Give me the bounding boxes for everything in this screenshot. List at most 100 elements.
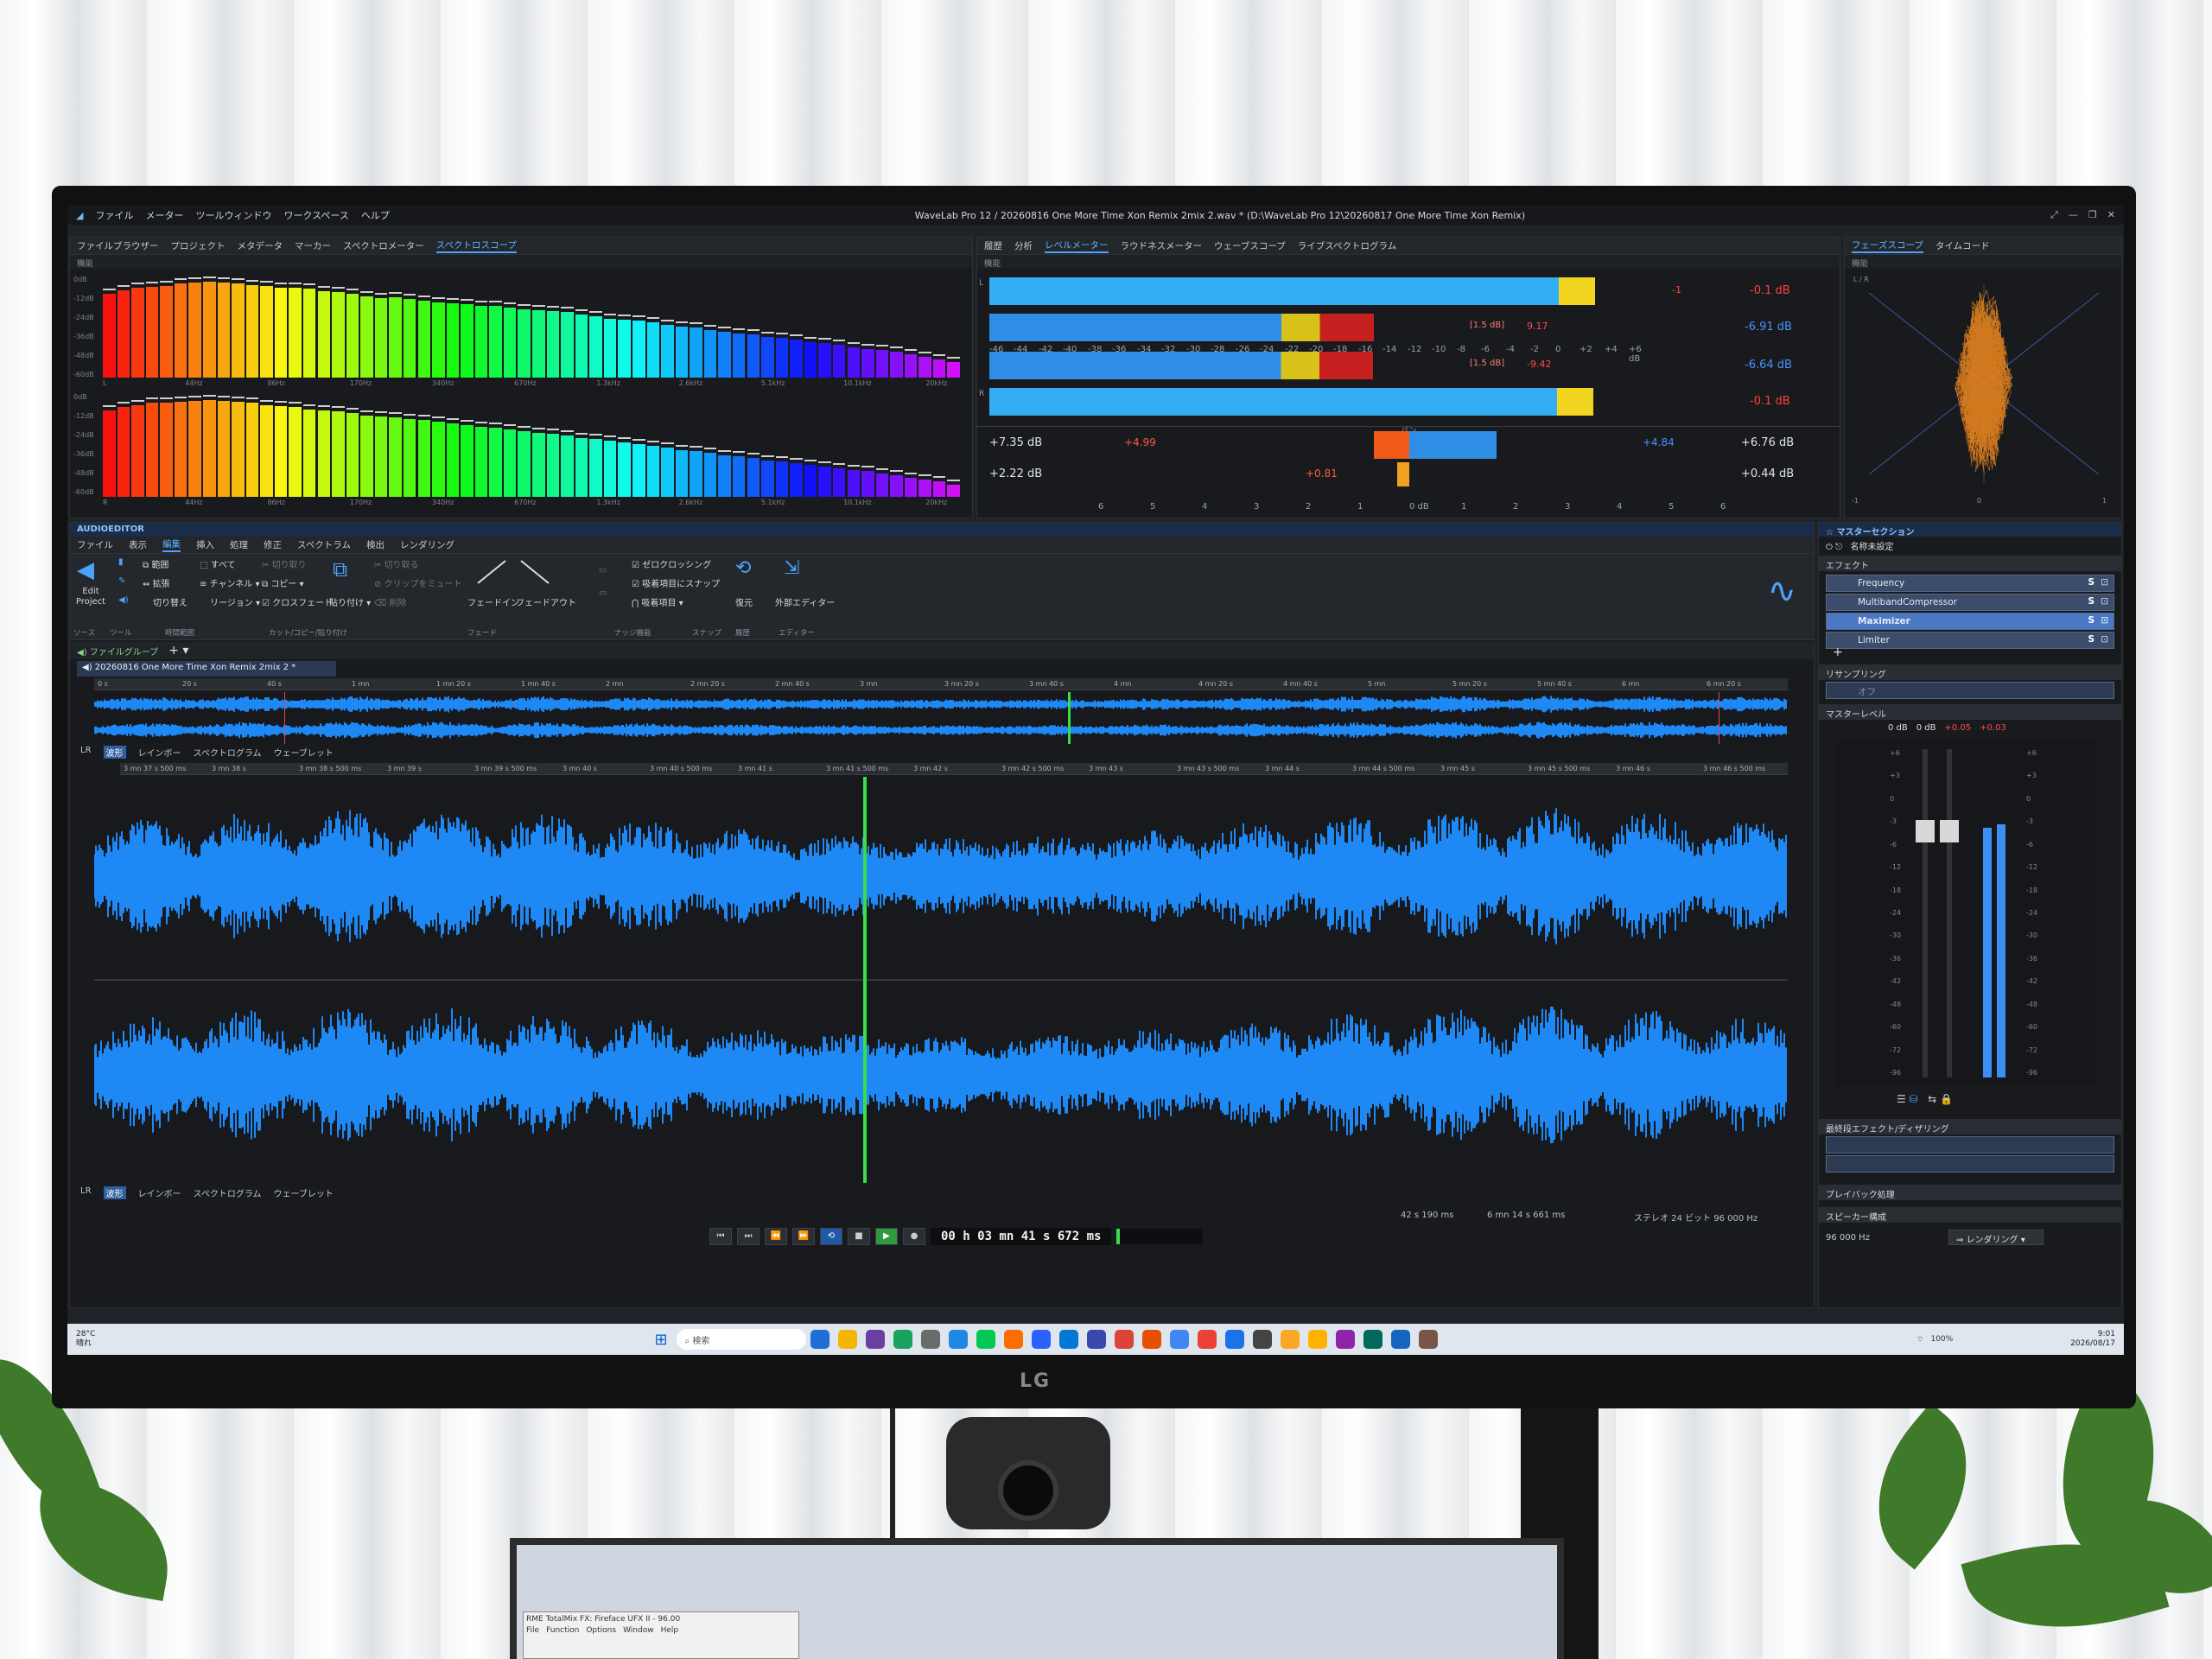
transport-button-0[interactable]: ⏮ bbox=[709, 1228, 732, 1245]
external-editor-button[interactable]: 外部エディター bbox=[775, 595, 835, 608]
taskbar-search[interactable]: ⌕ 検索 bbox=[676, 1329, 806, 1350]
render-button[interactable]: ⇒ レンダリング ▾ bbox=[1948, 1230, 2044, 1245]
effect-slot-3[interactable]: Limiter S ⊡ bbox=[1826, 632, 2114, 649]
phase-scope-function[interactable]: 機能 bbox=[1845, 255, 2121, 269]
effect-slot-1[interactable]: MultibandCompressor S ⊡ bbox=[1826, 594, 2114, 611]
ribbon-tab-1[interactable]: 表示 bbox=[129, 538, 147, 551]
zero-crossing-checkbox[interactable]: ☑ ゼロクロッシング bbox=[632, 557, 711, 570]
taskbar-app-icon[interactable] bbox=[948, 1330, 968, 1349]
view-tab-4[interactable]: ウェーブレット bbox=[274, 746, 334, 759]
view-tab-3[interactable]: スペクトログラム bbox=[194, 1186, 262, 1199]
nudge-left-icon[interactable]: ▭ bbox=[599, 566, 607, 575]
ribbon-tab-5[interactable]: 修正 bbox=[264, 538, 282, 551]
spectro-tab-1[interactable]: プロジェクト bbox=[171, 239, 226, 252]
fader-link-icons[interactable]: ☰ ⛁ ⇆ 🔒 bbox=[1897, 1093, 1953, 1105]
channel-button[interactable]: ≡ チャンネル ▾ bbox=[200, 576, 259, 589]
menu-item-1[interactable]: メーター bbox=[145, 208, 183, 222]
taskbar-app-icon[interactable] bbox=[1058, 1330, 1078, 1349]
toggle-button[interactable]: 切り替え bbox=[153, 595, 188, 608]
edit-project-button[interactable]: Edit Project bbox=[75, 587, 106, 607]
spectroscope-function[interactable]: 機能 bbox=[70, 255, 972, 269]
transport-button-5[interactable]: ■ bbox=[848, 1228, 870, 1245]
ribbon-tab-4[interactable]: 処理 bbox=[230, 538, 248, 551]
ribbon-tab-8[interactable]: レンダリング bbox=[400, 538, 454, 551]
fade-out-button[interactable]: フェードアウト bbox=[516, 595, 576, 608]
taskbar-app-icon[interactable] bbox=[893, 1330, 912, 1349]
view-tab-0[interactable]: LR bbox=[80, 1186, 92, 1199]
transport-button-7[interactable]: ● bbox=[903, 1228, 925, 1245]
external-editor-icon[interactable]: ⇲ bbox=[784, 557, 799, 579]
system-tray[interactable]: ⌔ 100% bbox=[1916, 1335, 2055, 1344]
add-file-group-icon[interactable]: + ▾ bbox=[168, 644, 188, 658]
view-tab-1[interactable]: 波形 bbox=[103, 746, 126, 759]
taskbar-app-icon[interactable] bbox=[810, 1330, 830, 1349]
meter-tab-1[interactable]: 分析 bbox=[1014, 239, 1033, 252]
region-button[interactable]: リージョン ▾ bbox=[210, 595, 260, 608]
ribbon-tab-6[interactable]: スペクトラム bbox=[297, 538, 351, 551]
pencil-tool-icon[interactable]: ✎ bbox=[118, 576, 125, 586]
fader-knob-right[interactable] bbox=[1940, 820, 1959, 842]
paste-icon[interactable]: ⧉ bbox=[333, 557, 347, 582]
resampling-slot[interactable]: オフ bbox=[1826, 682, 2114, 699]
speaker-tool-icon[interactable]: ◀) bbox=[118, 595, 129, 605]
transport-button-1[interactable]: ⏭ bbox=[737, 1228, 760, 1245]
restore-button[interactable]: 復元 bbox=[735, 595, 753, 608]
spectro-tab-2[interactable]: メタデータ bbox=[238, 239, 283, 252]
taskbar-app-icon[interactable] bbox=[1224, 1330, 1244, 1349]
fade-in-button[interactable]: フェードイン bbox=[467, 595, 519, 608]
effect-slot-2[interactable]: Maximizer S ⊡ bbox=[1826, 613, 2114, 630]
taskbar-app-icon[interactable] bbox=[1307, 1330, 1327, 1349]
spectro-tab-3[interactable]: マーカー bbox=[295, 239, 331, 252]
view-tab-2[interactable]: レインボー bbox=[138, 1186, 181, 1199]
meter-tab-2[interactable]: レベルメーター bbox=[1045, 238, 1109, 253]
fader-knob-left[interactable] bbox=[1916, 820, 1935, 842]
taskbar-app-icon[interactable] bbox=[837, 1330, 857, 1349]
menu-item-2[interactable]: ツールウィンドウ bbox=[195, 208, 271, 222]
paste-button[interactable]: 貼り付け ▾ bbox=[329, 595, 371, 608]
menu-item-3[interactable]: ワークスペース bbox=[283, 208, 348, 222]
effect-solo[interactable]: S bbox=[2088, 577, 2094, 588]
effect-bypass-icon[interactable]: ⊡ bbox=[2101, 577, 2108, 588]
phase-tab-0[interactable]: フェーズスコープ bbox=[1852, 238, 1923, 253]
copy-button[interactable]: ⧉ コピー ▾ bbox=[262, 576, 304, 589]
taskbar-app-icon[interactable] bbox=[976, 1330, 995, 1349]
taskbar-app-icon[interactable] bbox=[865, 1330, 885, 1349]
fade-out-icon[interactable] bbox=[519, 559, 550, 585]
overview-waveform[interactable] bbox=[93, 692, 1788, 744]
view-tab-0[interactable]: LR bbox=[80, 746, 92, 759]
meter-tab-0[interactable]: 履歴 bbox=[984, 239, 1002, 252]
view-tab-4[interactable]: ウェーブレット bbox=[274, 1186, 334, 1199]
effect-bypass-icon[interactable]: ⊡ bbox=[2101, 615, 2108, 626]
window-button-2[interactable]: ❐ bbox=[2088, 209, 2097, 221]
taskbar-app-icon[interactable] bbox=[1141, 1330, 1161, 1349]
wifi-icon[interactable]: ⌔ bbox=[1916, 1335, 1923, 1344]
extend-button[interactable]: ⇔ 拡張 bbox=[143, 576, 170, 589]
spectro-tab-4[interactable]: スペクトロメーター bbox=[343, 239, 424, 252]
edit-project-icon[interactable]: ◀ bbox=[77, 557, 94, 583]
view-tab-2[interactable]: レインボー bbox=[138, 746, 181, 759]
window-button-0[interactable]: ⤢ bbox=[2050, 209, 2058, 221]
ribbon-tab-0[interactable]: ファイル bbox=[77, 538, 113, 551]
taskbar-app-icon[interactable] bbox=[920, 1330, 940, 1349]
meter-tab-3[interactable]: ラウドネスメーター bbox=[1121, 239, 1203, 252]
taskbar-app-icon[interactable] bbox=[1252, 1330, 1272, 1349]
clip-mute-button[interactable]: ⊘ クリップをミュート bbox=[374, 576, 462, 589]
menu-item-4[interactable]: ヘルプ bbox=[361, 208, 390, 222]
restore-icon[interactable]: ⟲ bbox=[735, 557, 751, 579]
taskbar-app-icon[interactable] bbox=[1363, 1330, 1382, 1349]
view-tab-3[interactable]: スペクトログラム bbox=[194, 746, 262, 759]
file-group-tab[interactable]: ◀) ファイルグループ bbox=[77, 645, 158, 658]
taskbar-app-icon[interactable] bbox=[1280, 1330, 1300, 1349]
effect-bypass-icon[interactable]: ⊡ bbox=[2101, 596, 2108, 607]
taskbar-app-icon[interactable] bbox=[1114, 1330, 1134, 1349]
window-button-1[interactable]: — bbox=[2069, 209, 2078, 221]
cut-button[interactable]: ✂ 切り取り bbox=[262, 557, 307, 570]
window-button-3[interactable]: ✕ bbox=[2107, 209, 2115, 221]
menu-item-0[interactable]: ファイル bbox=[95, 208, 133, 222]
level-meter-function[interactable]: 機能 bbox=[977, 255, 1840, 269]
ribbon-tab-7[interactable]: 検出 bbox=[366, 538, 385, 551]
nudge-right-icon[interactable]: ▭ bbox=[599, 588, 607, 598]
transport-button-6[interactable]: ▶ bbox=[875, 1228, 898, 1245]
effect-bypass-icon[interactable]: ⊡ bbox=[2101, 634, 2108, 645]
taskbar-app-icon[interactable] bbox=[1169, 1330, 1189, 1349]
